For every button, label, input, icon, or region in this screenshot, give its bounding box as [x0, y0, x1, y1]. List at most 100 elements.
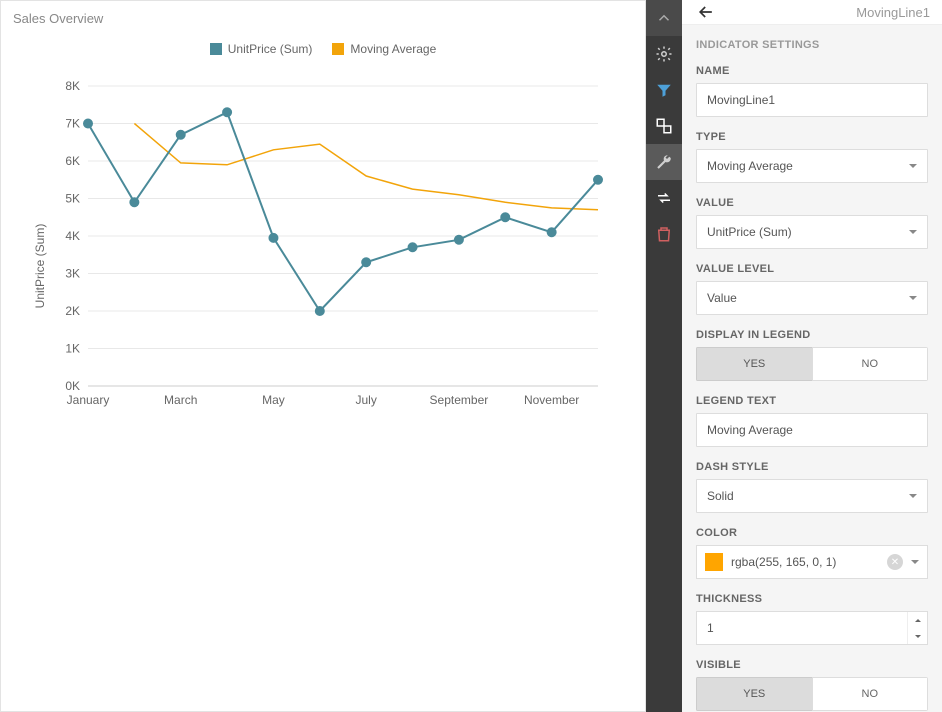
thickness-value: 1 [697, 612, 907, 644]
chart-legend: UnitPrice (Sum) Moving Average [13, 36, 633, 66]
toggle-yes[interactable]: YES [696, 347, 812, 381]
toggle-yes[interactable]: YES [696, 677, 812, 711]
field-color: COLOR rgba(255, 165, 0, 1) ✕ [696, 527, 928, 579]
panel-header: MovingLine1 [682, 0, 942, 25]
spin-up-button[interactable] [908, 612, 927, 628]
field-label: VISIBLE [696, 659, 928, 671]
series-unitprice-points [83, 107, 603, 316]
layout-icon [655, 117, 673, 135]
field-label: COLOR [696, 527, 928, 539]
toggle-no[interactable]: NO [812, 677, 929, 711]
series-unitprice [88, 112, 598, 311]
chart-area: UnitPrice (Sum) Moving Average UnitPrice… [1, 36, 645, 711]
field-display-legend: DISPLAY IN LEGEND YES NO [696, 329, 928, 381]
svg-text:May: May [262, 393, 285, 407]
arrows-right-icon [655, 189, 673, 207]
color-value: rgba(255, 165, 0, 1) [731, 555, 879, 569]
visible-toggle: YES NO [696, 677, 928, 711]
convert-button[interactable] [646, 180, 682, 216]
delete-button[interactable] [646, 216, 682, 252]
legend-item-movingavg[interactable]: Moving Average [332, 42, 436, 56]
svg-text:March: March [164, 393, 197, 407]
field-label: TYPE [696, 131, 928, 143]
legend-item-unitprice[interactable]: UnitPrice (Sum) [210, 42, 313, 56]
y-axis-title: UnitPrice (Sum) [33, 224, 47, 309]
chevron-down-icon [909, 296, 917, 300]
series-movingavg [134, 124, 598, 210]
y-axis: 0K1K2K3K4K5K6K7K8K [65, 79, 598, 393]
funnel-icon [655, 81, 673, 99]
legend-label: UnitPrice (Sum) [228, 42, 313, 56]
field-label: THICKNESS [696, 593, 928, 605]
trash-icon [655, 225, 673, 243]
indicators-button[interactable] [646, 144, 682, 180]
legend-swatch-icon [210, 43, 222, 55]
toggle-no[interactable]: NO [812, 347, 929, 381]
dash-style-select[interactable]: Solid [696, 479, 928, 513]
x-axis: January March May July September November [67, 393, 580, 407]
legend-label: Moving Average [350, 42, 436, 56]
svg-text:1K: 1K [65, 342, 80, 356]
clear-color-button[interactable]: ✕ [887, 554, 903, 570]
svg-text:January: January [67, 393, 110, 407]
arrow-left-icon [696, 2, 716, 22]
gear-icon [655, 45, 673, 63]
field-label: DASH STYLE [696, 461, 928, 473]
chevron-down-icon [909, 494, 917, 498]
field-label: LEGEND TEXT [696, 395, 928, 407]
common-options-button[interactable] [646, 36, 682, 72]
settings-panel: MovingLine1 INDICATOR SETTINGS NAME TYPE… [682, 0, 942, 712]
legend-text-input[interactable] [696, 413, 928, 447]
type-select[interactable]: Moving Average [696, 149, 928, 183]
value-level-select[interactable]: Value [696, 281, 928, 315]
field-legend-text: LEGEND TEXT [696, 395, 928, 447]
field-label: NAME [696, 65, 928, 77]
legend-swatch-icon [332, 43, 344, 55]
select-value: Moving Average [707, 159, 793, 173]
chevron-up-icon [655, 9, 673, 27]
svg-text:6K: 6K [65, 154, 80, 168]
back-button[interactable] [694, 0, 718, 24]
filter-button[interactable] [646, 72, 682, 108]
svg-text:November: November [524, 393, 579, 407]
svg-text:5K: 5K [65, 192, 80, 206]
select-value: Solid [707, 489, 734, 503]
field-visible: VISIBLE YES NO [696, 659, 928, 711]
caret-down-icon [915, 635, 921, 638]
field-value: VALUE UnitPrice (Sum) [696, 197, 928, 249]
value-select[interactable]: UnitPrice (Sum) [696, 215, 928, 249]
thickness-input[interactable]: 1 [696, 611, 928, 645]
panel-body: INDICATOR SETTINGS NAME TYPE Moving Aver… [682, 25, 942, 712]
section-title: INDICATOR SETTINGS [696, 39, 928, 51]
chevron-down-icon [911, 560, 919, 564]
spin-down-button[interactable] [908, 628, 927, 644]
panel-title: MovingLine1 [718, 5, 930, 20]
layout-button[interactable] [646, 108, 682, 144]
field-dash-style: DASH STYLE Solid [696, 461, 928, 513]
field-label: DISPLAY IN LEGEND [696, 329, 928, 341]
name-input[interactable] [696, 83, 928, 117]
field-thickness: THICKNESS 1 [696, 593, 928, 645]
chart-pane: Sales Overview UnitPrice (Sum) Moving Av… [0, 0, 646, 712]
select-value: UnitPrice (Sum) [707, 225, 792, 239]
caret-up-icon [915, 619, 921, 622]
thickness-spinner [907, 612, 927, 644]
field-type: TYPE Moving Average [696, 131, 928, 183]
svg-text:2K: 2K [65, 304, 80, 318]
field-label: VALUE [696, 197, 928, 209]
field-label: VALUE LEVEL [696, 263, 928, 275]
chart-svg: UnitPrice (Sum) 0K1K2K3K4K5K6K7K8K Janua… [13, 66, 633, 426]
select-value: Value [707, 291, 737, 305]
svg-text:3K: 3K [65, 267, 80, 281]
field-name: NAME [696, 65, 928, 117]
settings-toolbar [646, 0, 682, 712]
chart-title: Sales Overview [1, 1, 645, 36]
color-swatch-icon [705, 553, 723, 571]
wrench-icon [655, 153, 673, 171]
svg-text:July: July [356, 393, 377, 407]
svg-text:8K: 8K [65, 79, 80, 93]
collapse-button[interactable] [646, 0, 682, 36]
display-legend-toggle: YES NO [696, 347, 928, 381]
svg-text:September: September [430, 393, 489, 407]
color-input[interactable]: rgba(255, 165, 0, 1) ✕ [696, 545, 928, 579]
